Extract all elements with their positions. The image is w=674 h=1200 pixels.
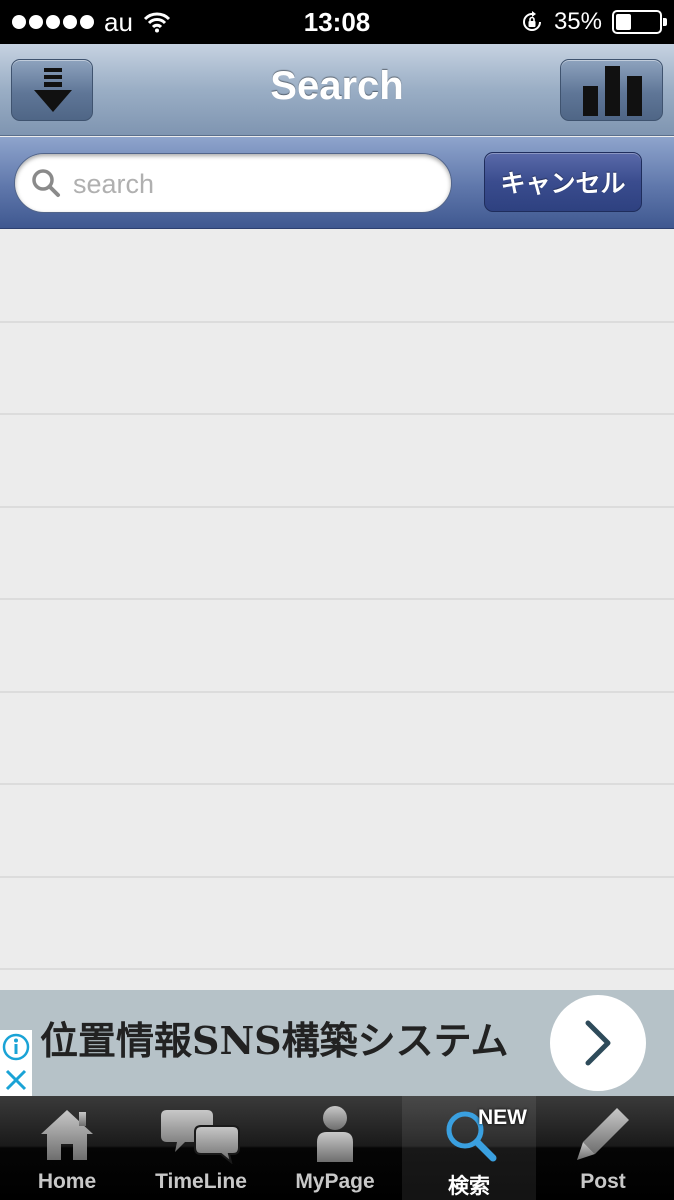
list-row[interactable] xyxy=(0,693,674,785)
ranking-button[interactable] xyxy=(560,59,663,121)
ad-banner[interactable]: 位置情報SNS構築システム xyxy=(0,990,674,1096)
tab-mypage[interactable]: MyPage xyxy=(268,1096,402,1200)
list-row[interactable] xyxy=(0,230,674,323)
tab-post-label: Post xyxy=(580,1170,626,1193)
home-icon xyxy=(41,1110,93,1160)
person-icon xyxy=(317,1106,353,1162)
battery-fill xyxy=(616,14,631,30)
info-icon xyxy=(2,1033,30,1061)
search-input[interactable] xyxy=(73,164,433,204)
ad-open-button[interactable] xyxy=(550,995,646,1091)
list-row[interactable] xyxy=(0,415,674,508)
tab-mypage-label: MyPage xyxy=(295,1170,375,1193)
search-field[interactable] xyxy=(14,153,452,213)
speech-bubbles-icon xyxy=(161,1110,240,1164)
list-row[interactable] xyxy=(0,600,674,693)
list-row[interactable] xyxy=(0,878,674,970)
chevron-right-icon xyxy=(585,1020,611,1066)
list-row[interactable] xyxy=(0,323,674,415)
results-list[interactable] xyxy=(0,230,674,990)
bar-chart-icon xyxy=(583,66,642,116)
list-row[interactable] xyxy=(0,785,674,878)
battery-icon xyxy=(612,10,667,34)
search-icon xyxy=(32,169,60,197)
ad-close-button[interactable] xyxy=(0,1064,32,1096)
ad-text: 位置情報SNS構築システム xyxy=(40,1018,509,1063)
search-bar: キャンセル xyxy=(0,137,674,229)
ad-info-button[interactable] xyxy=(0,1030,32,1064)
tab-timeline[interactable]: TimeLine xyxy=(134,1096,268,1200)
pencil-icon xyxy=(577,1108,629,1160)
tab-home[interactable]: Home xyxy=(0,1096,134,1200)
tab-search-label: 検索 xyxy=(448,1175,490,1198)
tab-post[interactable]: Post xyxy=(536,1096,670,1200)
battery-percent: 35% xyxy=(553,8,602,35)
rotation-lock-icon xyxy=(522,11,541,31)
status-bar: au 13:08 35% xyxy=(0,0,674,44)
tab-home-label: Home xyxy=(37,1170,97,1193)
status-right: 35% xyxy=(520,8,667,36)
tab-search[interactable]: NEW 検索 xyxy=(402,1096,536,1200)
close-icon xyxy=(5,1069,27,1091)
tab-bar: Home TimeLine MyPage NEW 検索 Post xyxy=(0,1096,674,1200)
navigation-bar: Search xyxy=(0,44,674,136)
list-row[interactable] xyxy=(0,508,674,600)
new-badge: NEW xyxy=(478,1106,527,1129)
cancel-button[interactable]: キャンセル xyxy=(484,152,642,212)
tab-timeline-label: TimeLine xyxy=(155,1170,247,1193)
